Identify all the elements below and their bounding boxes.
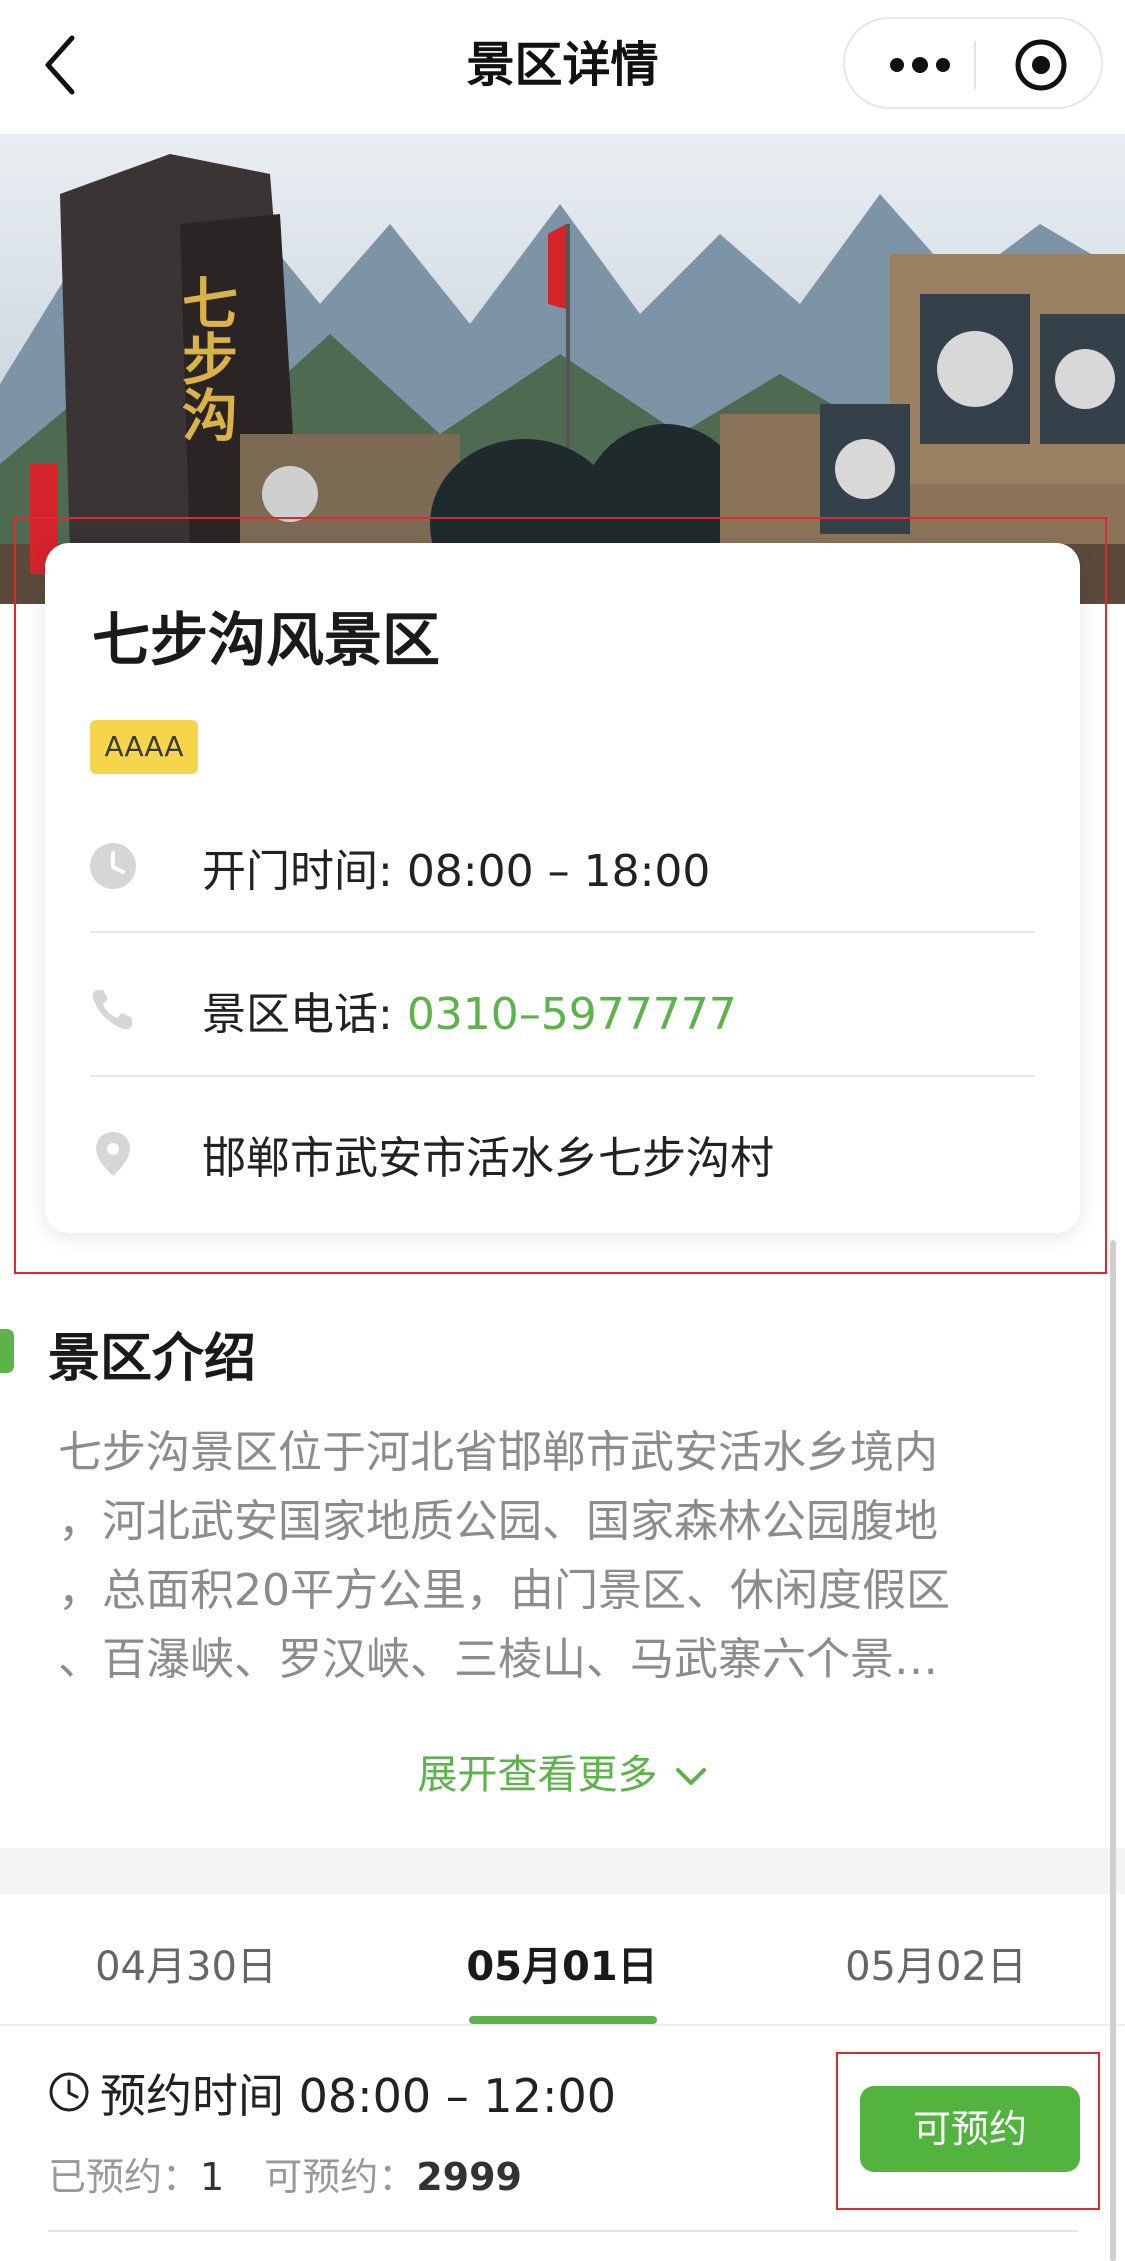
chevron-down-icon bbox=[675, 1768, 706, 1785]
intro-line: ，总面积20平方公里，由门景区、休闲度假区 bbox=[58, 1565, 950, 1616]
tab-date-0501[interactable]: 05月01日 bbox=[412, 1934, 712, 1992]
tab-date-0430[interactable]: 04月30日 bbox=[36, 1934, 336, 1992]
address-text: 邯郸市武安市活水乡七步沟村 bbox=[202, 1133, 774, 1184]
slot-time-label: 预约时间 bbox=[100, 2069, 299, 2123]
available-count: 2999 bbox=[416, 2155, 522, 2199]
scenic-name: 七步沟风景区 bbox=[92, 606, 441, 674]
divider bbox=[90, 1075, 1035, 1077]
phone-row: 景区电话: 0310–5977777 bbox=[90, 956, 1035, 1056]
booked-label: 已预约： bbox=[48, 2155, 201, 2199]
booked-count: 1 bbox=[200, 2155, 225, 2199]
close-target-icon[interactable] bbox=[1013, 37, 1069, 93]
divider bbox=[48, 2230, 1078, 2232]
expand-label: 展开查看更多 bbox=[417, 1752, 658, 1798]
intro-line: ，河北武安国家地质公园、国家森林公园腹地 bbox=[58, 1496, 938, 1547]
expand-more-button[interactable]: 展开查看更多 bbox=[0, 1742, 1125, 1800]
slot-counts: 已预约：1 可预约：2999 bbox=[48, 2146, 522, 2201]
clock-icon bbox=[90, 843, 136, 889]
phone-label: 景区电话: bbox=[202, 989, 407, 1040]
intro-line: 、百瀑峡、罗汉峡、三棱山、马武寨六个景… bbox=[58, 1634, 938, 1685]
opening-hours-row: 开门时间: 08:00 – 18:00 bbox=[90, 813, 1035, 913]
scrollbar[interactable] bbox=[1110, 1240, 1116, 2261]
intro-line: 七步沟景区位于河北省邯郸市武安活水乡境内 bbox=[58, 1427, 938, 1478]
slot-time: 预约时间 08:00 – 12:00 bbox=[100, 2060, 616, 2126]
intro-text: 七步沟景区位于河北省邯郸市武安活水乡境内 ，河北武安国家地质公园、国家森林公园腹… bbox=[58, 1418, 1058, 1694]
slot-time-value: 08:00 – 12:00 bbox=[298, 2069, 616, 2123]
book-button[interactable]: 可预约 bbox=[860, 2086, 1080, 2172]
date-tabs: 04月30日 05月01日 05月02日 bbox=[0, 1894, 1125, 2026]
section-separator bbox=[0, 1848, 1125, 1894]
nav-bar: 景区详情 bbox=[0, 0, 1125, 134]
active-tab-indicator bbox=[469, 2016, 657, 2024]
clock-outline-icon bbox=[49, 2072, 89, 2112]
section-accent-bar bbox=[0, 1329, 14, 1373]
divider bbox=[90, 931, 1035, 933]
mini-program-capsule bbox=[843, 17, 1103, 109]
tab-date-0502[interactable]: 05月02日 bbox=[786, 1934, 1086, 1992]
intro-title: 景区介绍 bbox=[48, 1329, 257, 1389]
phone-number-link[interactable]: 0310–5977777 bbox=[407, 989, 737, 1040]
location-pin-icon bbox=[96, 1132, 130, 1176]
address-row[interactable]: 邯郸市武安市活水乡七步沟村 bbox=[90, 1100, 1035, 1200]
phone-icon bbox=[92, 990, 132, 1030]
hours-value: 08:00 – 18:00 bbox=[406, 846, 711, 897]
stone-sign-text: 七步沟 bbox=[173, 274, 238, 442]
hours-label: 开门时间: bbox=[202, 846, 407, 897]
capsule-divider bbox=[974, 41, 976, 89]
more-icon[interactable] bbox=[885, 47, 955, 83]
available-label: 可预约： bbox=[264, 2155, 417, 2199]
rating-badge: AAAA bbox=[90, 720, 198, 774]
scenic-info-card: 七步沟风景区 AAAA 开门时间: 08:00 – 18:00 景区电话: 03… bbox=[45, 543, 1080, 1233]
